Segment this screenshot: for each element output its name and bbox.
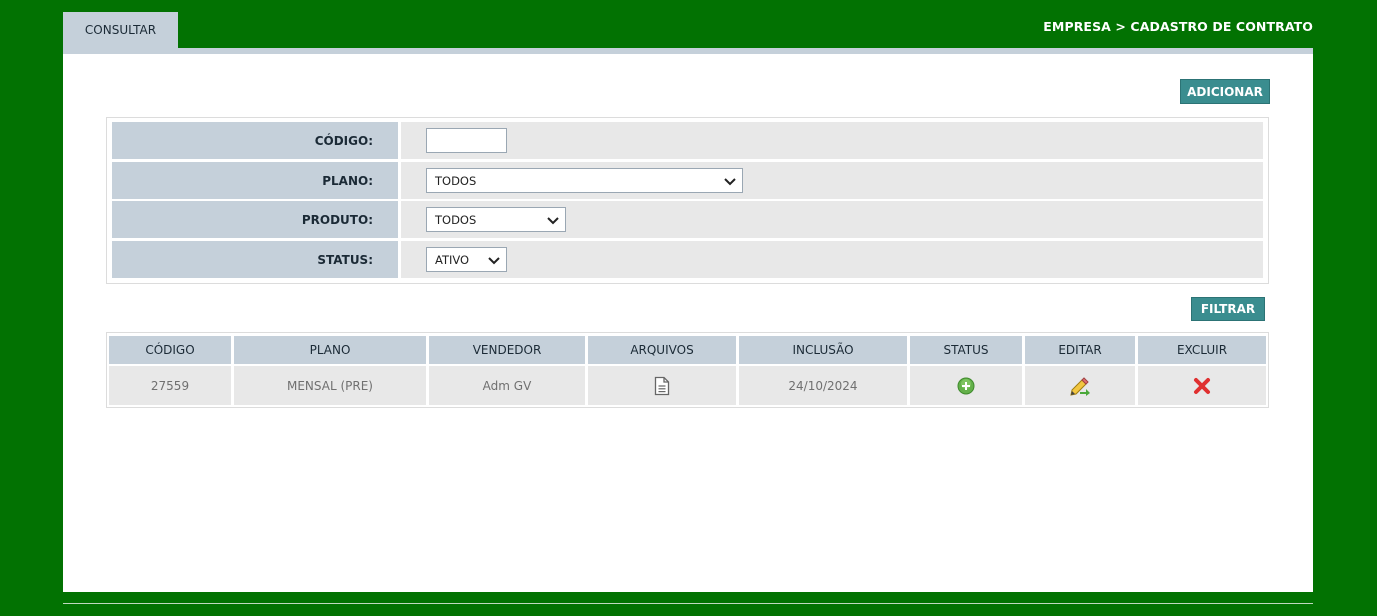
plano-select-value: TODOS bbox=[435, 173, 477, 188]
status-cell: ATIVO bbox=[401, 241, 1263, 278]
produto-select[interactable]: TODOS bbox=[426, 207, 566, 232]
cell-excluir bbox=[1138, 366, 1266, 405]
tab-consultar[interactable]: CONSULTAR bbox=[63, 12, 178, 48]
chevron-down-icon bbox=[547, 217, 559, 225]
chevron-down-icon bbox=[724, 178, 736, 186]
produto-cell: TODOS bbox=[401, 201, 1263, 238]
plano-select[interactable]: TODOS bbox=[426, 168, 743, 193]
chevron-down-icon bbox=[488, 257, 500, 265]
filter-row-status: STATUS: ATIVO bbox=[112, 241, 1263, 278]
cell-arquivos bbox=[588, 366, 736, 405]
status-label: STATUS: bbox=[112, 241, 398, 278]
header-inclusao: INCLUSÃO bbox=[739, 336, 907, 364]
cell-plano: MENSAL (PRE) bbox=[234, 366, 426, 405]
breadcrumb: EMPRESA > CADASTRO DE CONTRATO bbox=[1043, 19, 1313, 34]
filter-row-codigo: CÓDIGO: bbox=[112, 122, 1263, 159]
codigo-label: CÓDIGO: bbox=[112, 122, 398, 159]
filter-button[interactable]: FILTRAR bbox=[1191, 297, 1265, 321]
cell-inclusao: 24/10/2024 bbox=[739, 366, 907, 405]
cell-status bbox=[910, 366, 1022, 405]
header-excluir: EXCLUIR bbox=[1138, 336, 1266, 364]
cell-editar bbox=[1025, 366, 1135, 405]
filter-row-plano: PLANO: TODOS bbox=[112, 162, 1263, 199]
plano-label: PLANO: bbox=[112, 162, 398, 199]
tab-consultar-label: CONSULTAR bbox=[84, 23, 157, 37]
header-plano: PLANO bbox=[234, 336, 426, 364]
footer-divider bbox=[63, 603, 1313, 604]
header-codigo: CÓDIGO bbox=[109, 336, 231, 364]
codigo-input[interactable] bbox=[426, 128, 507, 153]
add-button[interactable]: ADICIONAR bbox=[1180, 79, 1270, 104]
produto-label: PRODUTO: bbox=[112, 201, 398, 238]
edit-icon[interactable] bbox=[1069, 376, 1091, 396]
results-table: CÓDIGO PLANO VENDEDOR ARQUIVOS INCLUSÃO … bbox=[106, 332, 1269, 408]
header-status: STATUS bbox=[910, 336, 1022, 364]
active-status-icon[interactable] bbox=[957, 377, 975, 395]
filter-form: CÓDIGO: PLANO: TODOS PRODUTO: TODOS STAT… bbox=[106, 117, 1269, 284]
cell-codigo: 27559 bbox=[109, 366, 231, 405]
file-icon[interactable] bbox=[654, 376, 670, 396]
plano-cell: TODOS bbox=[401, 162, 1263, 199]
header-editar: EDITAR bbox=[1025, 336, 1135, 364]
status-select-value: ATIVO bbox=[435, 252, 470, 267]
filter-row-produto: PRODUTO: TODOS bbox=[112, 201, 1263, 238]
status-select[interactable]: ATIVO bbox=[426, 247, 507, 272]
delete-icon[interactable] bbox=[1193, 377, 1211, 395]
codigo-cell bbox=[401, 122, 1263, 159]
header-vendedor: VENDEDOR bbox=[429, 336, 585, 364]
content-panel: ADICIONAR CÓDIGO: PLANO: TODOS PRODUTO: … bbox=[63, 54, 1313, 592]
header-arquivos: ARQUIVOS bbox=[588, 336, 736, 364]
produto-select-value: TODOS bbox=[435, 212, 477, 227]
cell-vendedor: Adm GV bbox=[429, 366, 585, 405]
